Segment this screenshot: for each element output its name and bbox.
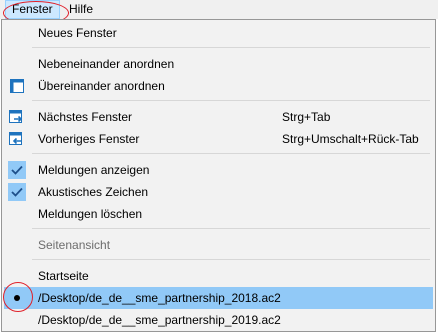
menu-item-label: Seitenansicht <box>38 238 111 252</box>
menu-item-label: Neues Fenster <box>38 26 117 40</box>
shortcut-label: Strg+Umschalt+Rück-Tab <box>282 132 419 146</box>
menu-item-vorheriges-fenster[interactable]: Vorheriges Fenster Strg+Umschalt+Rück-Ta… <box>4 128 433 150</box>
menu-separator <box>32 153 430 154</box>
menu-item-nebeneinander-anordnen[interactable]: Nebeneinander anordnen <box>4 53 433 75</box>
menu-item-recent-file-2018[interactable]: /Desktop/de_de__sme_partnership_2018.ac2 <box>4 287 433 309</box>
menu-item-akustisches-zeichen[interactable]: Akustisches Zeichen <box>4 181 433 203</box>
next-window-icon <box>8 108 26 126</box>
menu-item-seitenansicht: Seitenansicht <box>4 234 433 256</box>
menu-hilfe[interactable]: Hilfe <box>63 0 99 19</box>
menu-item-label: Übereinander anordnen <box>38 79 165 93</box>
previous-window-icon <box>8 130 26 148</box>
menu-item-neues-fenster[interactable]: Neues Fenster <box>4 22 433 44</box>
shortcut-label: Strg+Tab <box>282 110 331 124</box>
menu-separator <box>32 100 430 101</box>
menu-item-label: Nebeneinander anordnen <box>38 57 175 71</box>
tile-horizontal-icon <box>8 77 26 95</box>
menu-item-label: /Desktop/de_de__sme_partnership_2019.ac2 <box>38 313 281 327</box>
menu-bar: Fenster Hilfe <box>0 0 438 19</box>
menu-item-label: Meldungen löschen <box>38 207 143 221</box>
fenster-dropdown-menu: Neues Fenster Nebeneinander anordnen Übe… <box>1 19 436 332</box>
radio-bullet-icon <box>8 289 26 307</box>
checkmark-icon <box>8 183 26 201</box>
menu-item-label: /Desktop/de_de__sme_partnership_2018.ac2 <box>38 291 281 305</box>
menu-item-label: Meldungen anzeigen <box>38 163 150 177</box>
menu-separator <box>32 47 430 48</box>
menu-item-label: Akustisches Zeichen <box>38 185 149 199</box>
menu-item-meldungen-anzeigen[interactable]: Meldungen anzeigen <box>4 159 433 181</box>
menu-item-naechstes-fenster[interactable]: Nächstes Fenster Strg+Tab <box>4 106 433 128</box>
menu-item-uebereinander-anordnen[interactable]: Übereinander anordnen <box>4 75 433 97</box>
menu-item-meldungen-loeschen[interactable]: Meldungen löschen <box>4 203 433 225</box>
menu-item-label: Nächstes Fenster <box>38 110 133 124</box>
menu-item-recent-file-2019[interactable]: /Desktop/de_de__sme_partnership_2019.ac2 <box>4 309 433 331</box>
checkmark-icon <box>8 161 26 179</box>
menu-fenster[interactable]: Fenster <box>5 0 60 19</box>
menu-item-startseite[interactable]: Startseite <box>4 265 433 287</box>
menu-separator <box>32 228 430 229</box>
menu-item-label: Vorheriges Fenster <box>38 132 140 146</box>
menu-separator <box>32 259 430 260</box>
menu-item-label: Startseite <box>38 269 89 283</box>
